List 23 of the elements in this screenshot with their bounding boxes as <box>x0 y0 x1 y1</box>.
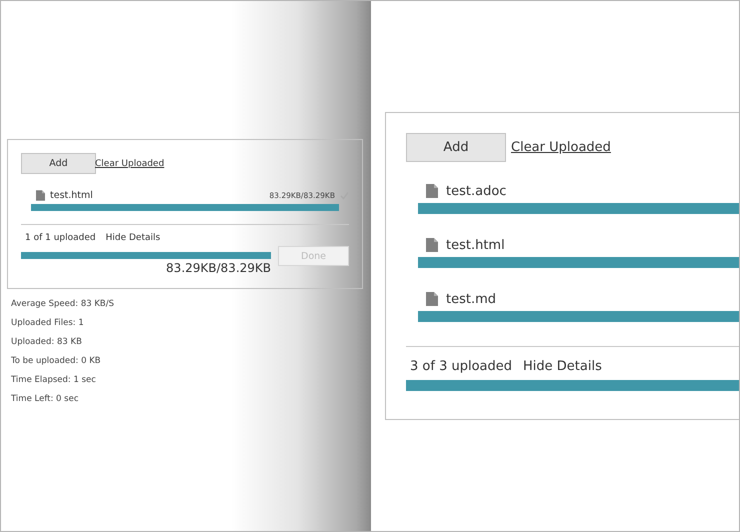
detail-text: Uploaded Files: 1 <box>11 318 85 329</box>
detail-text: Uploaded: 83 KB <box>11 337 83 348</box>
detail-text: Time Left: 0 sec <box>11 394 80 405</box>
clear-uploaded-link[interactable]: Clear Uploaded <box>95 158 164 168</box>
file-icon <box>426 238 438 252</box>
file-icon <box>36 190 45 200</box>
file-name: test.md <box>446 292 498 306</box>
detail-text: Time Elapsed: 1 sec <box>11 375 97 386</box>
add-button[interactable]: Add <box>21 153 96 174</box>
hide-details-link[interactable]: Hide Details <box>106 233 160 243</box>
file-name: test.html <box>50 190 94 200</box>
file-name: test.adoc <box>446 184 508 198</box>
detail-text: Average Speed: 83 KB/S <box>11 299 116 310</box>
clear-uploaded-link[interactable]: Clear Uploaded <box>511 140 611 155</box>
upload-summary: 3 of 3 uploaded <box>410 359 512 374</box>
add-button[interactable]: Add <box>406 133 506 162</box>
detail-text: To be uploaded: 0 KB <box>11 356 102 367</box>
total-size: 83.29KB/83.29KB <box>166 261 271 275</box>
file-name: test.html <box>446 238 506 252</box>
hide-details-link[interactable]: Hide Details <box>523 359 602 374</box>
file-icon <box>426 184 438 198</box>
upload-summary: 1 of 1 uploaded <box>25 233 96 243</box>
file-icon <box>426 292 438 306</box>
